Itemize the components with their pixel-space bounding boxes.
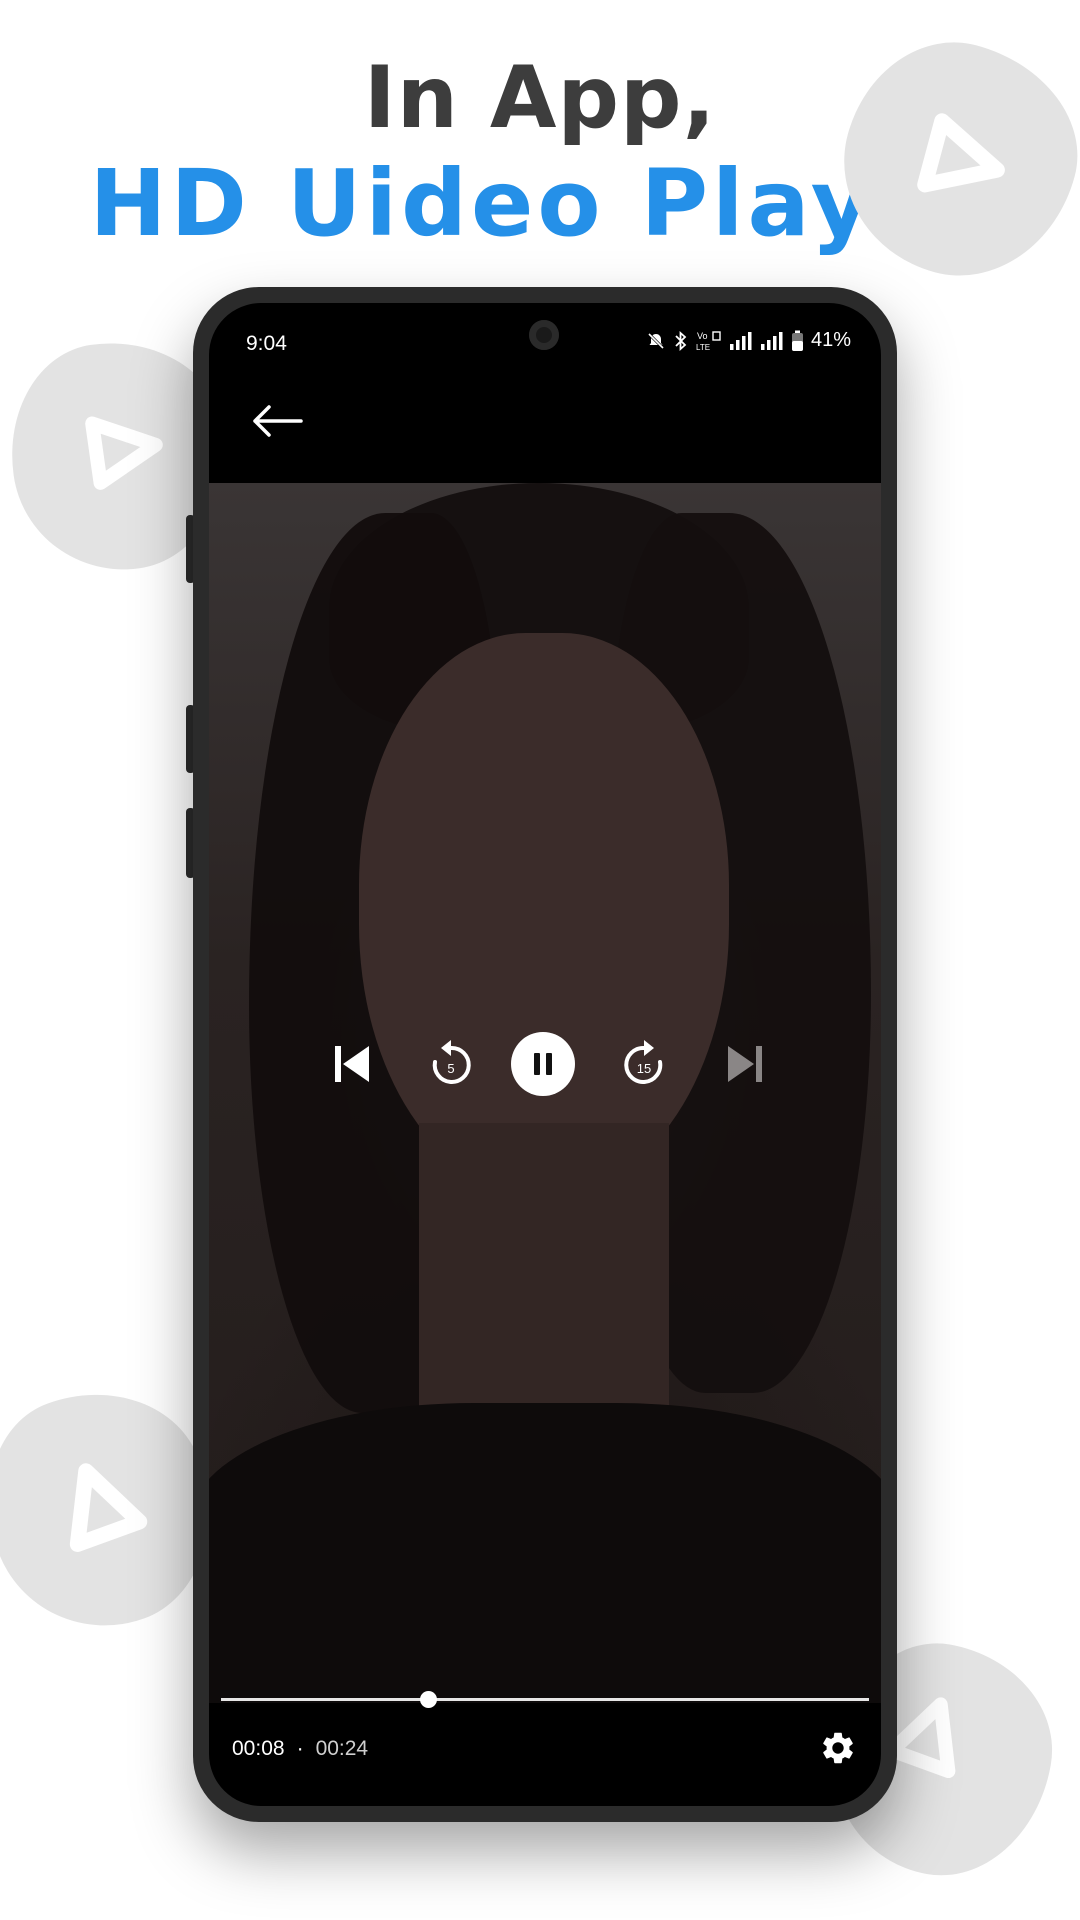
- previous-button[interactable]: [319, 1032, 383, 1096]
- volte-icon: Vo LTE: [696, 331, 721, 352]
- phone-frame: 9:04 Vo LTE 41% 5 15 00:08 · 00:24: [193, 287, 897, 1822]
- back-arrow-icon[interactable]: [249, 401, 305, 441]
- signal-icon: [760, 331, 783, 350]
- forward-button[interactable]: 15: [612, 1032, 676, 1096]
- skip-next-icon: [728, 1046, 762, 1082]
- status-icons: Vo LTE 41%: [646, 329, 851, 352]
- front-camera: [529, 320, 559, 350]
- rewind-seconds: 5: [447, 1061, 454, 1076]
- mute-icon: [647, 332, 665, 349]
- replay-5-icon: 5: [432, 1040, 471, 1084]
- rewind-button[interactable]: 5: [419, 1032, 483, 1096]
- forward-seconds: 15: [637, 1061, 651, 1076]
- signal-icon: [729, 331, 752, 350]
- play-icon: [917, 113, 1005, 193]
- video-frame[interactable]: 5 15: [209, 483, 881, 1703]
- status-time: 9:04: [246, 332, 287, 355]
- seek-thumb[interactable]: [419, 1691, 437, 1708]
- play-icon: [69, 1463, 148, 1552]
- seek-bar[interactable]: [221, 1698, 869, 1701]
- pause-button[interactable]: [511, 1032, 575, 1096]
- time-display: 00:08 · 00:24: [232, 1737, 368, 1761]
- svg-text:Vo: Vo: [697, 331, 708, 341]
- phone-screen: 9:04 Vo LTE 41% 5 15 00:08 · 00:24: [209, 303, 881, 1806]
- settings-gear-icon[interactable]: [819, 1729, 857, 1767]
- play-icon: [85, 416, 163, 490]
- forward-15-icon: 15: [624, 1040, 663, 1084]
- playback-controls: 5 15: [209, 1032, 881, 1096]
- total-time: 00:24: [315, 1737, 369, 1760]
- battery-percent: 41%: [810, 329, 851, 351]
- bluetooth-icon: [675, 330, 687, 351]
- time-separator: ·: [296, 1737, 304, 1760]
- svg-text:LTE: LTE: [696, 343, 710, 352]
- skip-previous-icon: [335, 1046, 369, 1082]
- next-button[interactable]: [714, 1032, 778, 1096]
- battery-icon: [791, 330, 803, 351]
- current-time: 00:08: [232, 1737, 285, 1760]
- pause-icon: [511, 1032, 575, 1096]
